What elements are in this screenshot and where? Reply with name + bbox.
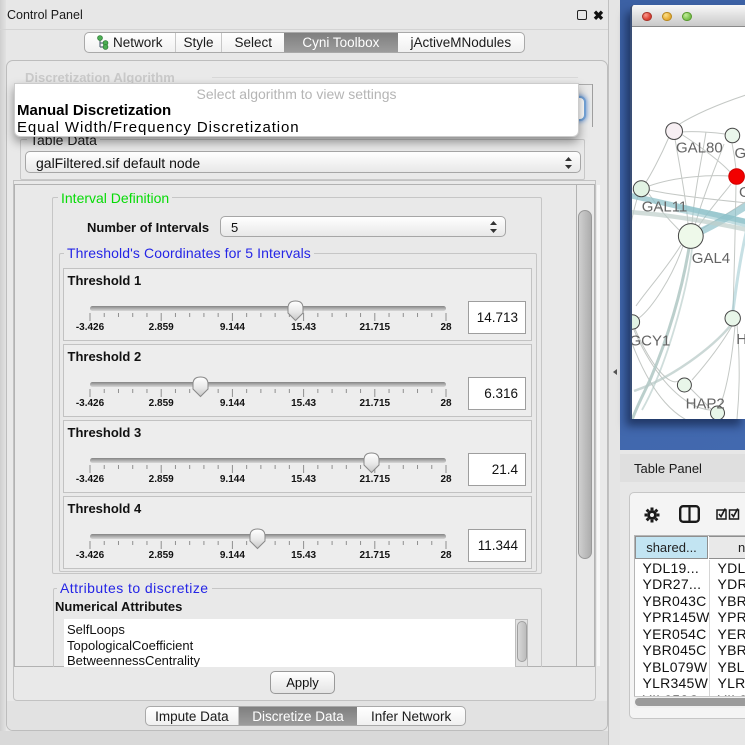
svg-text:G: G	[739, 184, 745, 201]
svg-text:GAL80: GAL80	[676, 140, 723, 157]
svg-text:GA: GA	[735, 145, 745, 162]
svg-text:H: H	[736, 331, 745, 348]
svg-text:GCY1: GCY1	[632, 333, 670, 350]
svg-text:HAP2: HAP2	[686, 396, 725, 413]
svg-text:GAL4: GAL4	[692, 250, 730, 267]
svg-text:GAL11: GAL11	[642, 199, 688, 216]
